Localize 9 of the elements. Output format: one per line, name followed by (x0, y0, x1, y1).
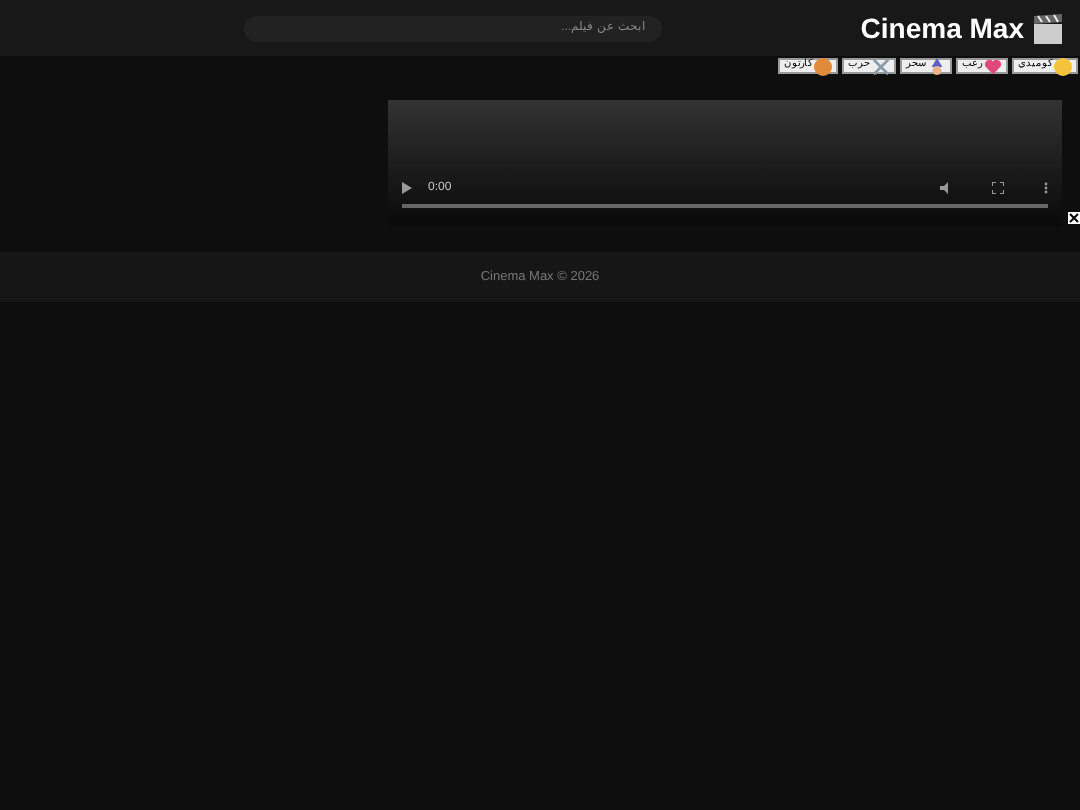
crossed-swords-icon (872, 57, 890, 75)
site-title: Cinema Max (860, 9, 1024, 47)
heart-icon (984, 57, 1002, 75)
wizard-icon (928, 57, 946, 75)
clapperboard-icon (1032, 13, 1064, 43)
play-icon[interactable] (402, 182, 412, 194)
volume-icon[interactable] (940, 182, 952, 194)
fullscreen-icon[interactable] (992, 182, 1004, 194)
close-icon[interactable] (1068, 212, 1080, 224)
